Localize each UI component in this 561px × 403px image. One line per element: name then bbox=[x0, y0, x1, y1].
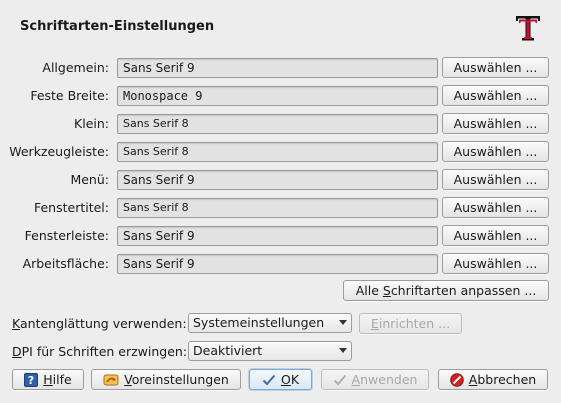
cancel-button[interactable]: Abbrechen bbox=[438, 369, 548, 390]
dialog-title: Schriftarten-Einstellungen bbox=[20, 19, 215, 34]
font-row-desktop: Arbeitsfläche: Sans Serif 9 Auswählen ..… bbox=[0, 253, 561, 275]
font-display: Sans Serif 9 bbox=[117, 226, 438, 246]
font-display: Sans Serif 8 bbox=[117, 114, 438, 134]
choose-font-button[interactable]: Auswählen ... bbox=[442, 85, 549, 106]
apply-button[interactable]: Anwenden bbox=[321, 369, 429, 390]
choose-font-button[interactable]: Auswählen ... bbox=[442, 113, 549, 134]
font-row-window-title: Fenstertitel: Sans Serif 8 Auswählen ... bbox=[0, 197, 561, 219]
chevron-down-icon bbox=[339, 320, 347, 325]
font-display: Sans Serif 9 bbox=[117, 170, 438, 190]
font-display: Sans Serif 9 bbox=[117, 58, 438, 78]
choose-font-button[interactable]: Auswählen ... bbox=[442, 57, 549, 78]
font-display: Sans Serif 8 bbox=[117, 198, 438, 218]
choose-font-button[interactable]: Auswählen ... bbox=[442, 169, 549, 190]
font-label: Menü: bbox=[70, 172, 109, 187]
check-icon bbox=[333, 374, 346, 385]
font-row-toolbar: Werkzeugleiste: Sans Serif 8 Auswählen .… bbox=[0, 141, 561, 163]
dpi-label: DPI für Schriften erzwingen: bbox=[12, 344, 188, 359]
defaults-button[interactable]: Voreinstellungen bbox=[91, 369, 241, 390]
choose-font-button[interactable]: Auswählen ... bbox=[442, 253, 549, 274]
font-display: Sans Serif 8 bbox=[117, 142, 438, 162]
choose-font-button[interactable]: Auswählen ... bbox=[442, 197, 549, 218]
font-label: Arbeitsfläche: bbox=[22, 256, 109, 271]
font-row-fixed-width: Feste Breite: Monospace 9 Auswählen ... bbox=[0, 85, 561, 107]
font-display: Sans Serif 9 bbox=[117, 254, 438, 274]
defaults-icon bbox=[103, 374, 119, 385]
help-button[interactable]: ? Hilfe bbox=[12, 369, 84, 390]
configure-antialias-button[interactable]: Einrichten ... bbox=[359, 313, 462, 334]
font-row-taskbar: Fensterleiste: Sans Serif 9 Auswählen ..… bbox=[0, 225, 561, 247]
font-label: Fenstertitel: bbox=[33, 200, 109, 215]
dpi-select[interactable]: Deaktiviert bbox=[188, 341, 352, 361]
font-label: Allgemein: bbox=[42, 60, 109, 75]
font-label: Fensterleiste: bbox=[24, 228, 109, 243]
svg-text:?: ? bbox=[28, 374, 34, 387]
font-label: Werkzeugleiste: bbox=[9, 144, 109, 159]
chevron-down-icon bbox=[339, 348, 347, 353]
font-row-menu: Menü: Sans Serif 9 Auswählen ... bbox=[0, 169, 561, 191]
help-icon: ? bbox=[24, 372, 39, 387]
font-display: Monospace 9 bbox=[117, 86, 438, 106]
font-label: Klein: bbox=[74, 116, 109, 131]
font-row-general: Allgemein: Sans Serif 9 Auswählen ... bbox=[0, 57, 561, 79]
font-row-small: Klein: Sans Serif 8 Auswählen ... bbox=[0, 113, 561, 135]
ok-button[interactable]: OK bbox=[249, 369, 312, 390]
font-T-icon bbox=[516, 16, 540, 41]
adjust-all-fonts-button[interactable]: Alle Schriftarten anpassen ... bbox=[343, 280, 549, 301]
cancel-icon bbox=[449, 372, 464, 387]
font-label: Feste Breite: bbox=[30, 88, 109, 103]
choose-font-button[interactable]: Auswählen ... bbox=[442, 225, 549, 246]
antialias-label: Kantenglättung verwenden: bbox=[12, 316, 187, 331]
antialias-select[interactable]: Systemeinstellungen bbox=[188, 313, 352, 333]
choose-font-button[interactable]: Auswählen ... bbox=[442, 141, 549, 162]
check-icon bbox=[262, 374, 276, 385]
